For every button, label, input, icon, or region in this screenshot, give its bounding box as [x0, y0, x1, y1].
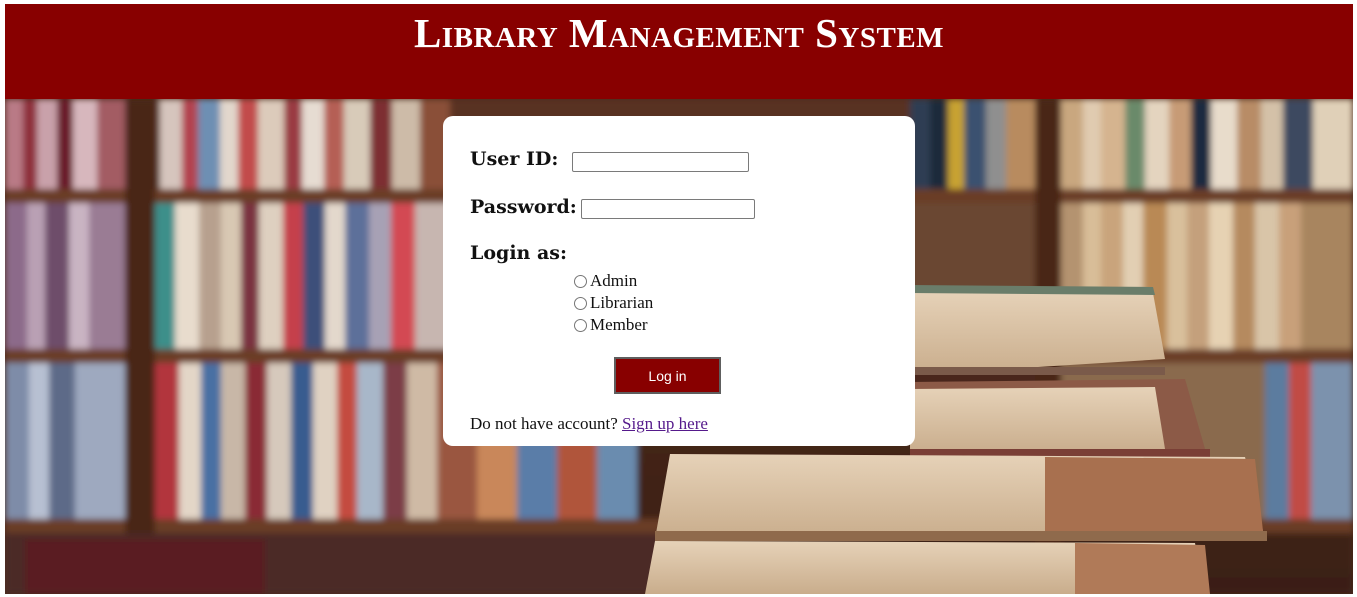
radio-button-librarian[interactable]	[574, 296, 587, 310]
login-as-label: Login as:	[470, 242, 567, 264]
signup-prompt-row: Do not have account? Sign up here	[470, 414, 708, 434]
role-option-librarian[interactable]: Librarian	[574, 293, 653, 313]
user-id-input[interactable]	[572, 152, 749, 172]
login-card: User ID: Password: Login as: Admin Libra…	[443, 116, 915, 446]
site-title: Library Management System	[413, 10, 945, 56]
signup-link[interactable]: Sign up here	[622, 414, 708, 433]
role-option-admin[interactable]: Admin	[574, 271, 637, 291]
role-option-member[interactable]: Member	[574, 315, 648, 335]
radio-button-member[interactable]	[574, 318, 587, 332]
site-header: Library Management System	[5, 4, 1353, 99]
role-label-member[interactable]: Member	[590, 315, 648, 335]
radio-button-admin[interactable]	[574, 274, 587, 288]
signup-prompt-text: Do not have account?	[470, 414, 618, 433]
page-frame: Library Management System User ID: Passw…	[5, 4, 1353, 594]
password-label: Password:	[470, 196, 577, 218]
role-label-librarian[interactable]: Librarian	[590, 293, 653, 313]
role-label-admin[interactable]: Admin	[590, 271, 637, 291]
password-input[interactable]	[581, 199, 755, 219]
login-button[interactable]: Log in	[614, 357, 721, 394]
user-id-label: User ID:	[470, 148, 559, 170]
